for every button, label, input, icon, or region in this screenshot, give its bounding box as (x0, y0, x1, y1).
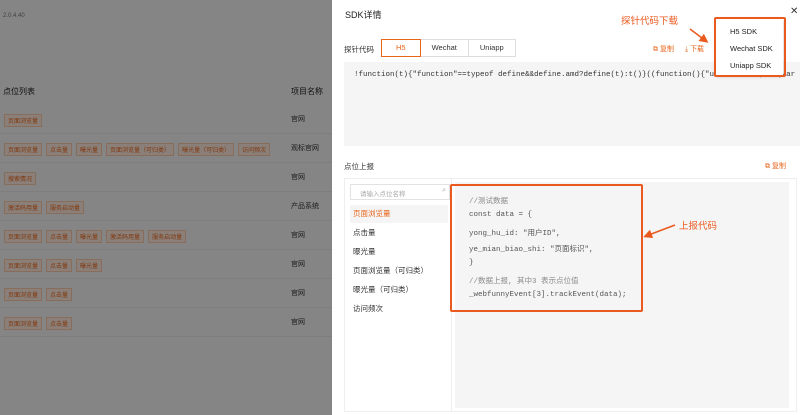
report-arrow (643, 224, 676, 239)
tab-h5[interactable]: H5 (381, 39, 421, 57)
download-arrow (689, 28, 709, 43)
annotation-arrows (643, 28, 709, 239)
